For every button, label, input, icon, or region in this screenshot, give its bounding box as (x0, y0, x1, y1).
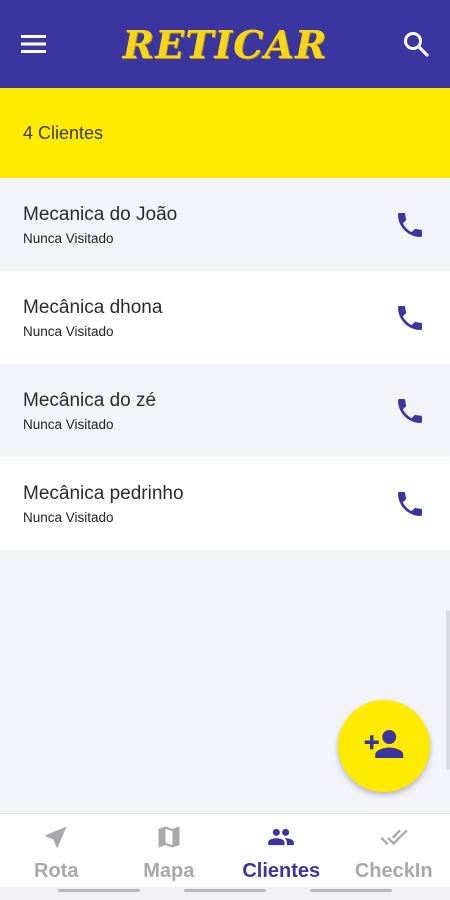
add-client-button[interactable] (338, 700, 430, 792)
nav-item-rota[interactable]: Rota (0, 814, 113, 887)
phone-icon[interactable] (392, 486, 428, 522)
scroll-indicator (446, 610, 450, 770)
client-name: Mecanica do João (23, 203, 178, 225)
system-pill (310, 889, 392, 892)
client-status: Nunca Visitado (23, 323, 114, 339)
clients-count-banner: 4 Clientes (0, 88, 450, 178)
list-item[interactable]: Mecânica dhona Nunca Visitado (0, 271, 450, 364)
nav-item-mapa[interactable]: Mapa (113, 814, 226, 887)
search-icon[interactable] (400, 28, 432, 60)
app-logo: RETICAR (122, 21, 328, 67)
menu-icon[interactable] (18, 28, 50, 60)
nav-item-clientes[interactable]: Clientes (225, 814, 338, 887)
system-pill (58, 889, 140, 892)
list-item[interactable]: Mecanica do João Nunca Visitado (0, 178, 450, 271)
app-bar: RETICAR (0, 0, 450, 88)
list-item[interactable]: Mecânica do zé Nunca Visitado (0, 364, 450, 457)
nav-label: Rota (34, 860, 79, 882)
client-name: Mecânica pedrinho (23, 482, 184, 504)
client-list: Mecanica do João Nunca Visitado Mecânica… (0, 178, 450, 550)
phone-icon[interactable] (392, 300, 428, 336)
client-name: Mecânica do zé (23, 389, 157, 411)
client-status: Nunca Visitado (23, 230, 114, 246)
nav-label: Mapa (143, 860, 195, 882)
add-person-icon (363, 723, 405, 770)
system-pill (184, 889, 266, 892)
client-status: Nunca Visitado (23, 416, 114, 432)
list-item[interactable]: Mecânica pedrinho Nunca Visitado (0, 457, 450, 550)
people-icon (266, 823, 296, 856)
bottom-navigation: Rota Mapa Clientes CheckIn (0, 813, 450, 887)
nav-label: Clientes (242, 860, 321, 882)
map-icon (155, 823, 183, 856)
phone-icon[interactable] (392, 207, 428, 243)
client-status: Nunca Visitado (23, 509, 114, 525)
nav-item-checkin[interactable]: CheckIn (338, 814, 450, 887)
double-check-icon (379, 823, 409, 856)
navigation-arrow-icon (42, 823, 70, 856)
client-name: Mecânica dhona (23, 296, 163, 318)
system-navigation-bar (0, 887, 450, 900)
nav-label: CheckIn (354, 860, 433, 882)
phone-icon[interactable] (392, 393, 428, 429)
clients-count: 4 Clientes (23, 122, 104, 143)
